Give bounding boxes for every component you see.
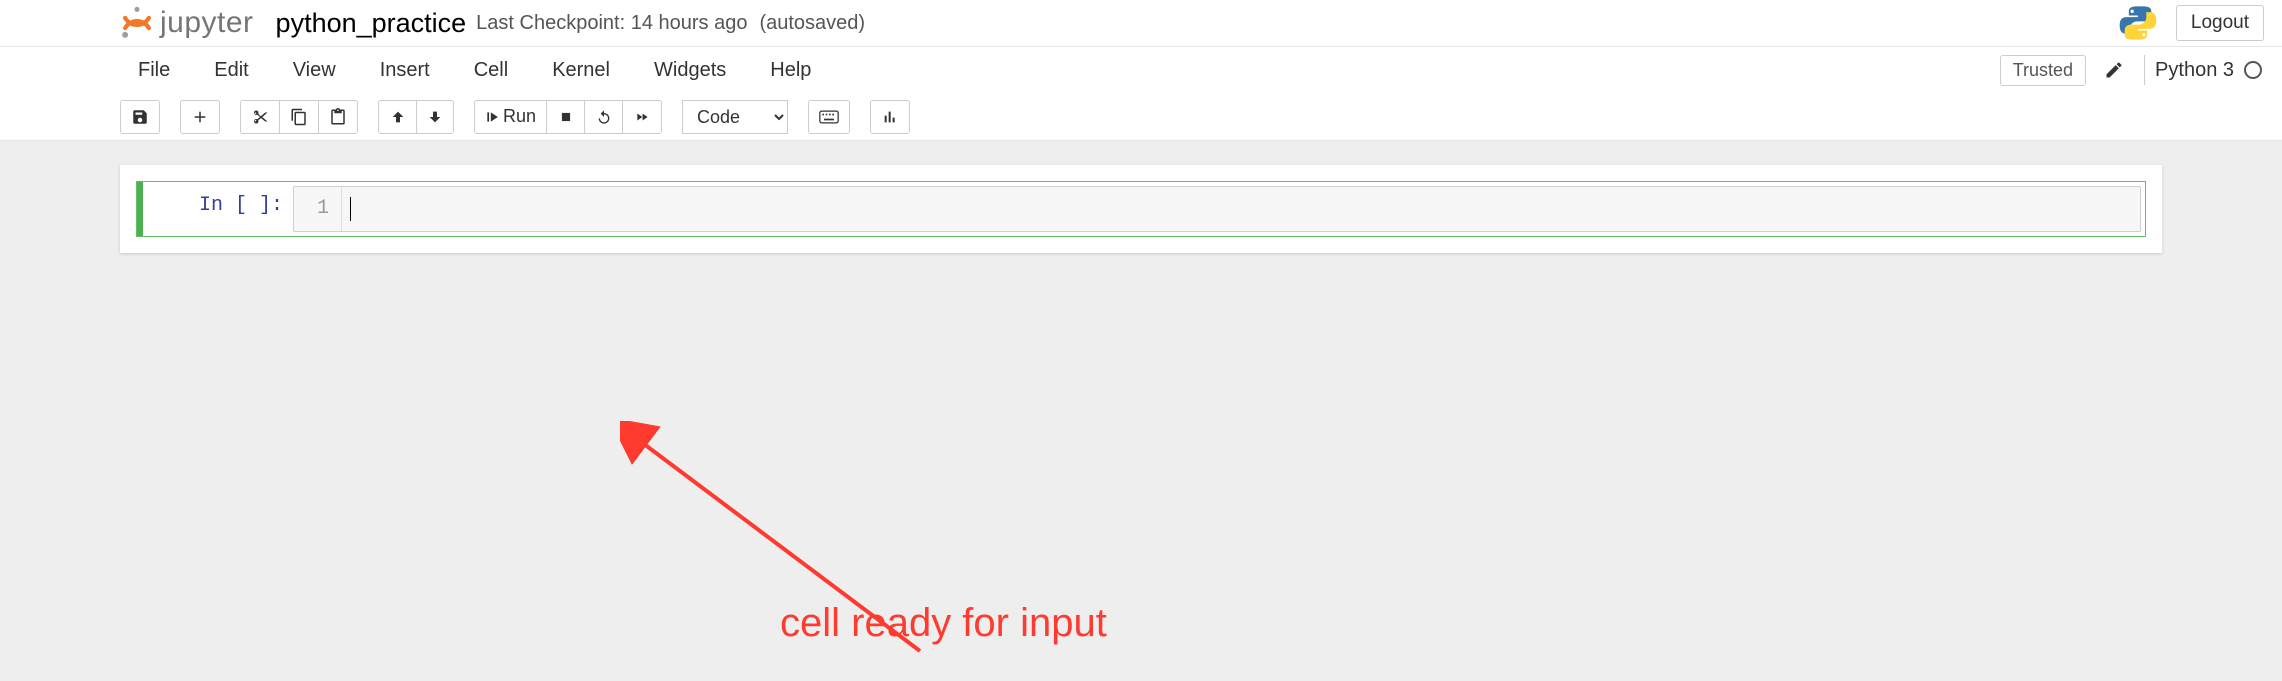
cut-button[interactable]: [240, 100, 279, 134]
line-number: 1: [294, 187, 342, 231]
menu-insert[interactable]: Insert: [358, 47, 452, 93]
paste-icon: [329, 108, 347, 126]
arrow-down-icon: [427, 109, 443, 125]
notebook-area: In [ ]: 1 cell ready for input: [0, 141, 2282, 277]
copy-icon: [290, 108, 308, 126]
plus-icon: [191, 108, 209, 126]
interrupt-button[interactable]: [546, 100, 584, 134]
jupyter-logo-icon: [120, 6, 154, 40]
copy-button[interactable]: [279, 100, 318, 134]
keyboard-icon: [819, 110, 839, 124]
notebook-name[interactable]: python_practice: [276, 8, 467, 39]
autosave-status: (autosaved): [759, 12, 865, 35]
bar-chart-icon: [881, 109, 899, 125]
restart-run-all-button[interactable]: [622, 100, 662, 134]
run-icon: [485, 110, 499, 124]
fast-forward-icon: [633, 110, 651, 124]
jupyter-logo[interactable]: jupyter: [120, 6, 254, 40]
menubar: File Edit View Insert Cell Kernel Widget…: [0, 47, 2282, 93]
run-button-label: Run: [503, 106, 536, 127]
kernel-name[interactable]: Python 3: [2155, 59, 2234, 82]
divider: [2144, 55, 2145, 85]
chart-button[interactable]: [870, 100, 910, 134]
toolbar: Run Code: [0, 93, 2282, 141]
restart-icon: [596, 109, 612, 125]
stop-icon: [559, 110, 573, 124]
notebook-header: jupyter python_practice Last Checkpoint:…: [0, 0, 2282, 47]
input-area[interactable]: 1: [293, 186, 2141, 232]
menu-cell[interactable]: Cell: [452, 47, 530, 93]
save-button[interactable]: [120, 100, 160, 134]
scissors-icon: [251, 108, 269, 126]
menu-widgets[interactable]: Widgets: [632, 47, 748, 93]
menu-file[interactable]: File: [116, 47, 192, 93]
logout-button[interactable]: Logout: [2176, 5, 2264, 41]
move-down-button[interactable]: [416, 100, 454, 134]
add-cell-button[interactable]: [180, 100, 220, 134]
code-cell[interactable]: In [ ]: 1: [136, 181, 2146, 237]
input-prompt: In [ ]:: [143, 182, 293, 236]
menu-kernel[interactable]: Kernel: [530, 47, 632, 93]
restart-button[interactable]: [584, 100, 622, 134]
command-palette-button[interactable]: [808, 100, 850, 134]
code-input[interactable]: [342, 187, 2140, 231]
notebook-container: In [ ]: 1: [120, 165, 2162, 253]
cell-type-select[interactable]: Code: [682, 100, 788, 134]
text-cursor: [350, 197, 351, 221]
python-logo-icon: [2118, 3, 2158, 43]
pencil-icon[interactable]: [2104, 60, 2124, 80]
kernel-idle-icon: [2244, 61, 2262, 79]
menu-help[interactable]: Help: [748, 47, 833, 93]
menu-view[interactable]: View: [271, 47, 358, 93]
annotation-label: cell ready for input: [780, 601, 1107, 646]
move-up-button[interactable]: [378, 100, 416, 134]
trusted-indicator[interactable]: Trusted: [2000, 55, 2086, 86]
checkpoint-status: Last Checkpoint: 14 hours ago: [476, 12, 747, 35]
menu-edit[interactable]: Edit: [192, 47, 270, 93]
run-button[interactable]: Run: [474, 100, 546, 134]
jupyter-logo-text: jupyter: [160, 6, 254, 40]
save-icon: [131, 108, 149, 126]
arrow-up-icon: [390, 109, 406, 125]
paste-button[interactable]: [318, 100, 358, 134]
